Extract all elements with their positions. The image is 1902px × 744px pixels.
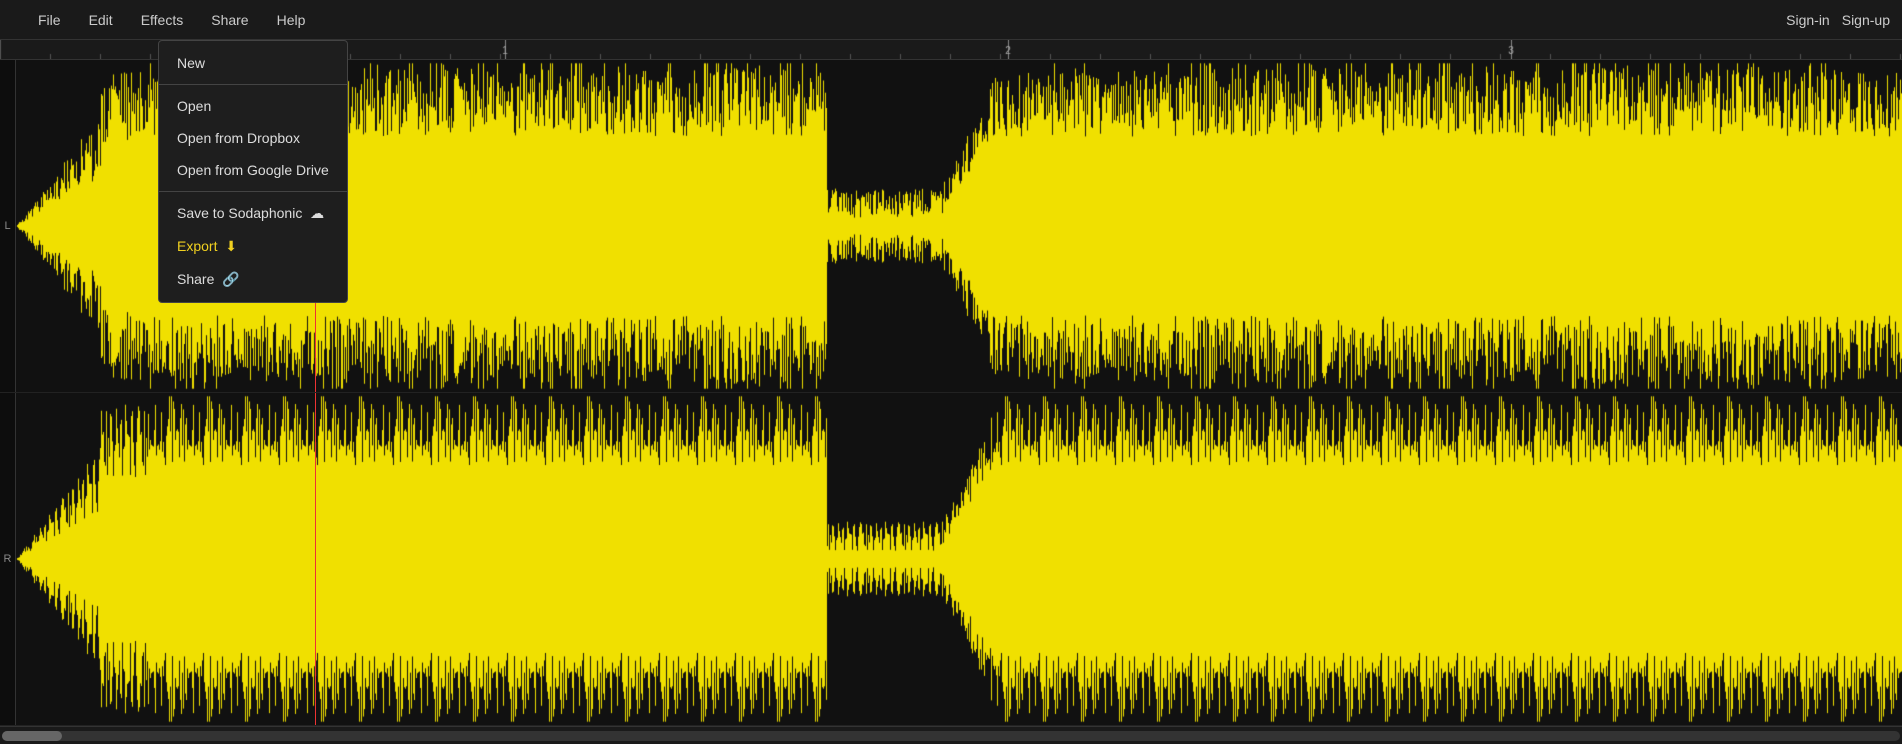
scrollbar-thumb[interactable] [2,731,62,741]
scrollbar[interactable] [0,726,1902,744]
sign-up-link[interactable]: Sign-up [1842,12,1890,28]
nav-item-file[interactable]: File [32,8,67,32]
navbar: File Edit Effects Share Help Sign-in Sig… [0,0,1902,40]
dropdown-item-open-gdrive[interactable]: Open from Google Drive [159,154,347,186]
right-waveform-canvas [16,393,1902,725]
dropdown-item-new[interactable]: New [159,47,347,79]
nav-item-help[interactable]: Help [271,8,312,32]
channel-right: R [0,393,1902,726]
channel-canvas-right[interactable] [16,393,1902,725]
channel-label-left: L [0,60,16,392]
dropdown-item-share[interactable]: Share 🔗 [159,263,347,296]
dropdown-divider-2 [159,191,347,192]
dropdown-item-save[interactable]: Save to Sodaphonic ☁ [159,197,347,230]
nav-item-edit[interactable]: Edit [83,8,119,32]
nav-menu: File Edit Effects Share Help [32,8,1786,32]
sign-in-link[interactable]: Sign-in [1786,12,1830,28]
nav-right: Sign-in Sign-up [1786,12,1890,28]
dropdown-item-open-dropbox[interactable]: Open from Dropbox [159,122,347,154]
channel-label-right: R [0,393,16,725]
dropdown-divider-1 [159,84,347,85]
scrollbar-track[interactable] [2,731,1900,741]
dropdown-item-export[interactable]: Export ⬇ [159,230,347,263]
nav-item-share[interactable]: Share [205,8,254,32]
dropdown-item-open[interactable]: Open [159,90,347,122]
nav-item-effects[interactable]: Effects [135,8,190,32]
file-dropdown: New Open Open from Dropbox Open from Goo… [158,40,348,303]
